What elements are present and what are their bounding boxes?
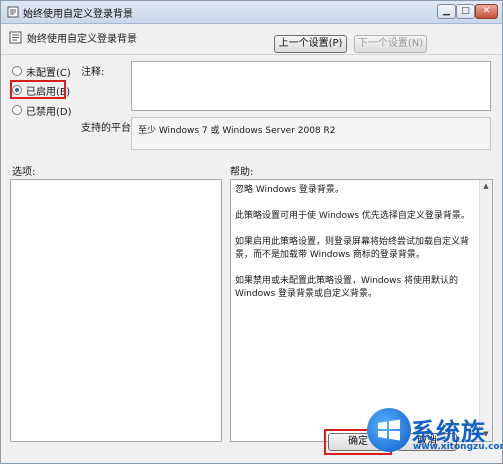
scroll-up-icon[interactable]: ▲: [480, 180, 492, 193]
next-setting-button[interactable]: 下一个设置(N): [354, 35, 427, 53]
radio-label: 已禁用(D): [26, 106, 72, 118]
radio-button[interactable]: [12, 105, 22, 115]
help-paragraph: 忽略 Windows 登录背景。: [235, 185, 344, 195]
close-button[interactable]: ✕: [475, 4, 498, 19]
window-title: 始终使用自定义登录背景: [23, 9, 133, 20]
policy-name: 始终使用自定义登录背景: [27, 34, 137, 45]
comment-textarea[interactable]: [131, 61, 491, 111]
help-paragraph: 如果禁用或未配置此策略设置，Windows 将使用默认的 Windows 登录背…: [235, 276, 459, 299]
options-label: 选项:: [12, 167, 36, 178]
divider: [1, 54, 502, 55]
supported-platform-value: 至少 Windows 7 或 Windows Server 2008 R2: [138, 126, 336, 136]
help-paragraph: 如果启用此策略设置，则登录屏幕将始终尝试加载自定义背景，而不是加载带 Windo…: [235, 237, 470, 260]
watermark-logo: 系统族 www.xitongzu.com: [361, 406, 503, 465]
watermark-url: www.xitongzu.com: [413, 442, 503, 452]
help-label: 帮助:: [230, 167, 254, 178]
help-scrollbar[interactable]: ▲ ▼: [479, 180, 492, 441]
comment-label: 注释:: [81, 67, 105, 78]
radio-label: 未配置(C): [26, 67, 71, 79]
help-paragraph: 此策略设置可用于使 Windows 优先选择自定义登录背景。: [235, 211, 470, 221]
title-bar[interactable]: 始终使用自定义登录背景 ▁ □ ✕: [1, 1, 502, 24]
radio-button[interactable]: [12, 66, 22, 76]
previous-setting-button[interactable]: 上一个设置(P): [274, 35, 347, 53]
maximize-button[interactable]: □: [456, 4, 475, 19]
radio-not-configured[interactable]: 未配置(C): [12, 63, 71, 79]
supported-platform-box: 至少 Windows 7 或 Windows Server 2008 R2: [131, 117, 491, 150]
help-pane: 忽略 Windows 登录背景。 此策略设置可用于使 Windows 优先选择自…: [230, 179, 493, 442]
policy-setting-icon: [7, 6, 19, 18]
enabled-highlight-box: [10, 80, 66, 99]
supported-platform-label: 支持的平台:: [81, 123, 135, 134]
windows-flag-icon: [378, 419, 400, 441]
radio-disabled[interactable]: 已禁用(D): [12, 102, 72, 118]
minimize-button[interactable]: ▁: [437, 4, 456, 19]
policy-setting-icon: [9, 31, 22, 44]
policy-dialog-window: 始终使用自定义登录背景 ▁ □ ✕ 始终使用自定义登录背景 上一个设置(P) 下…: [0, 0, 503, 464]
options-pane: [10, 179, 222, 442]
